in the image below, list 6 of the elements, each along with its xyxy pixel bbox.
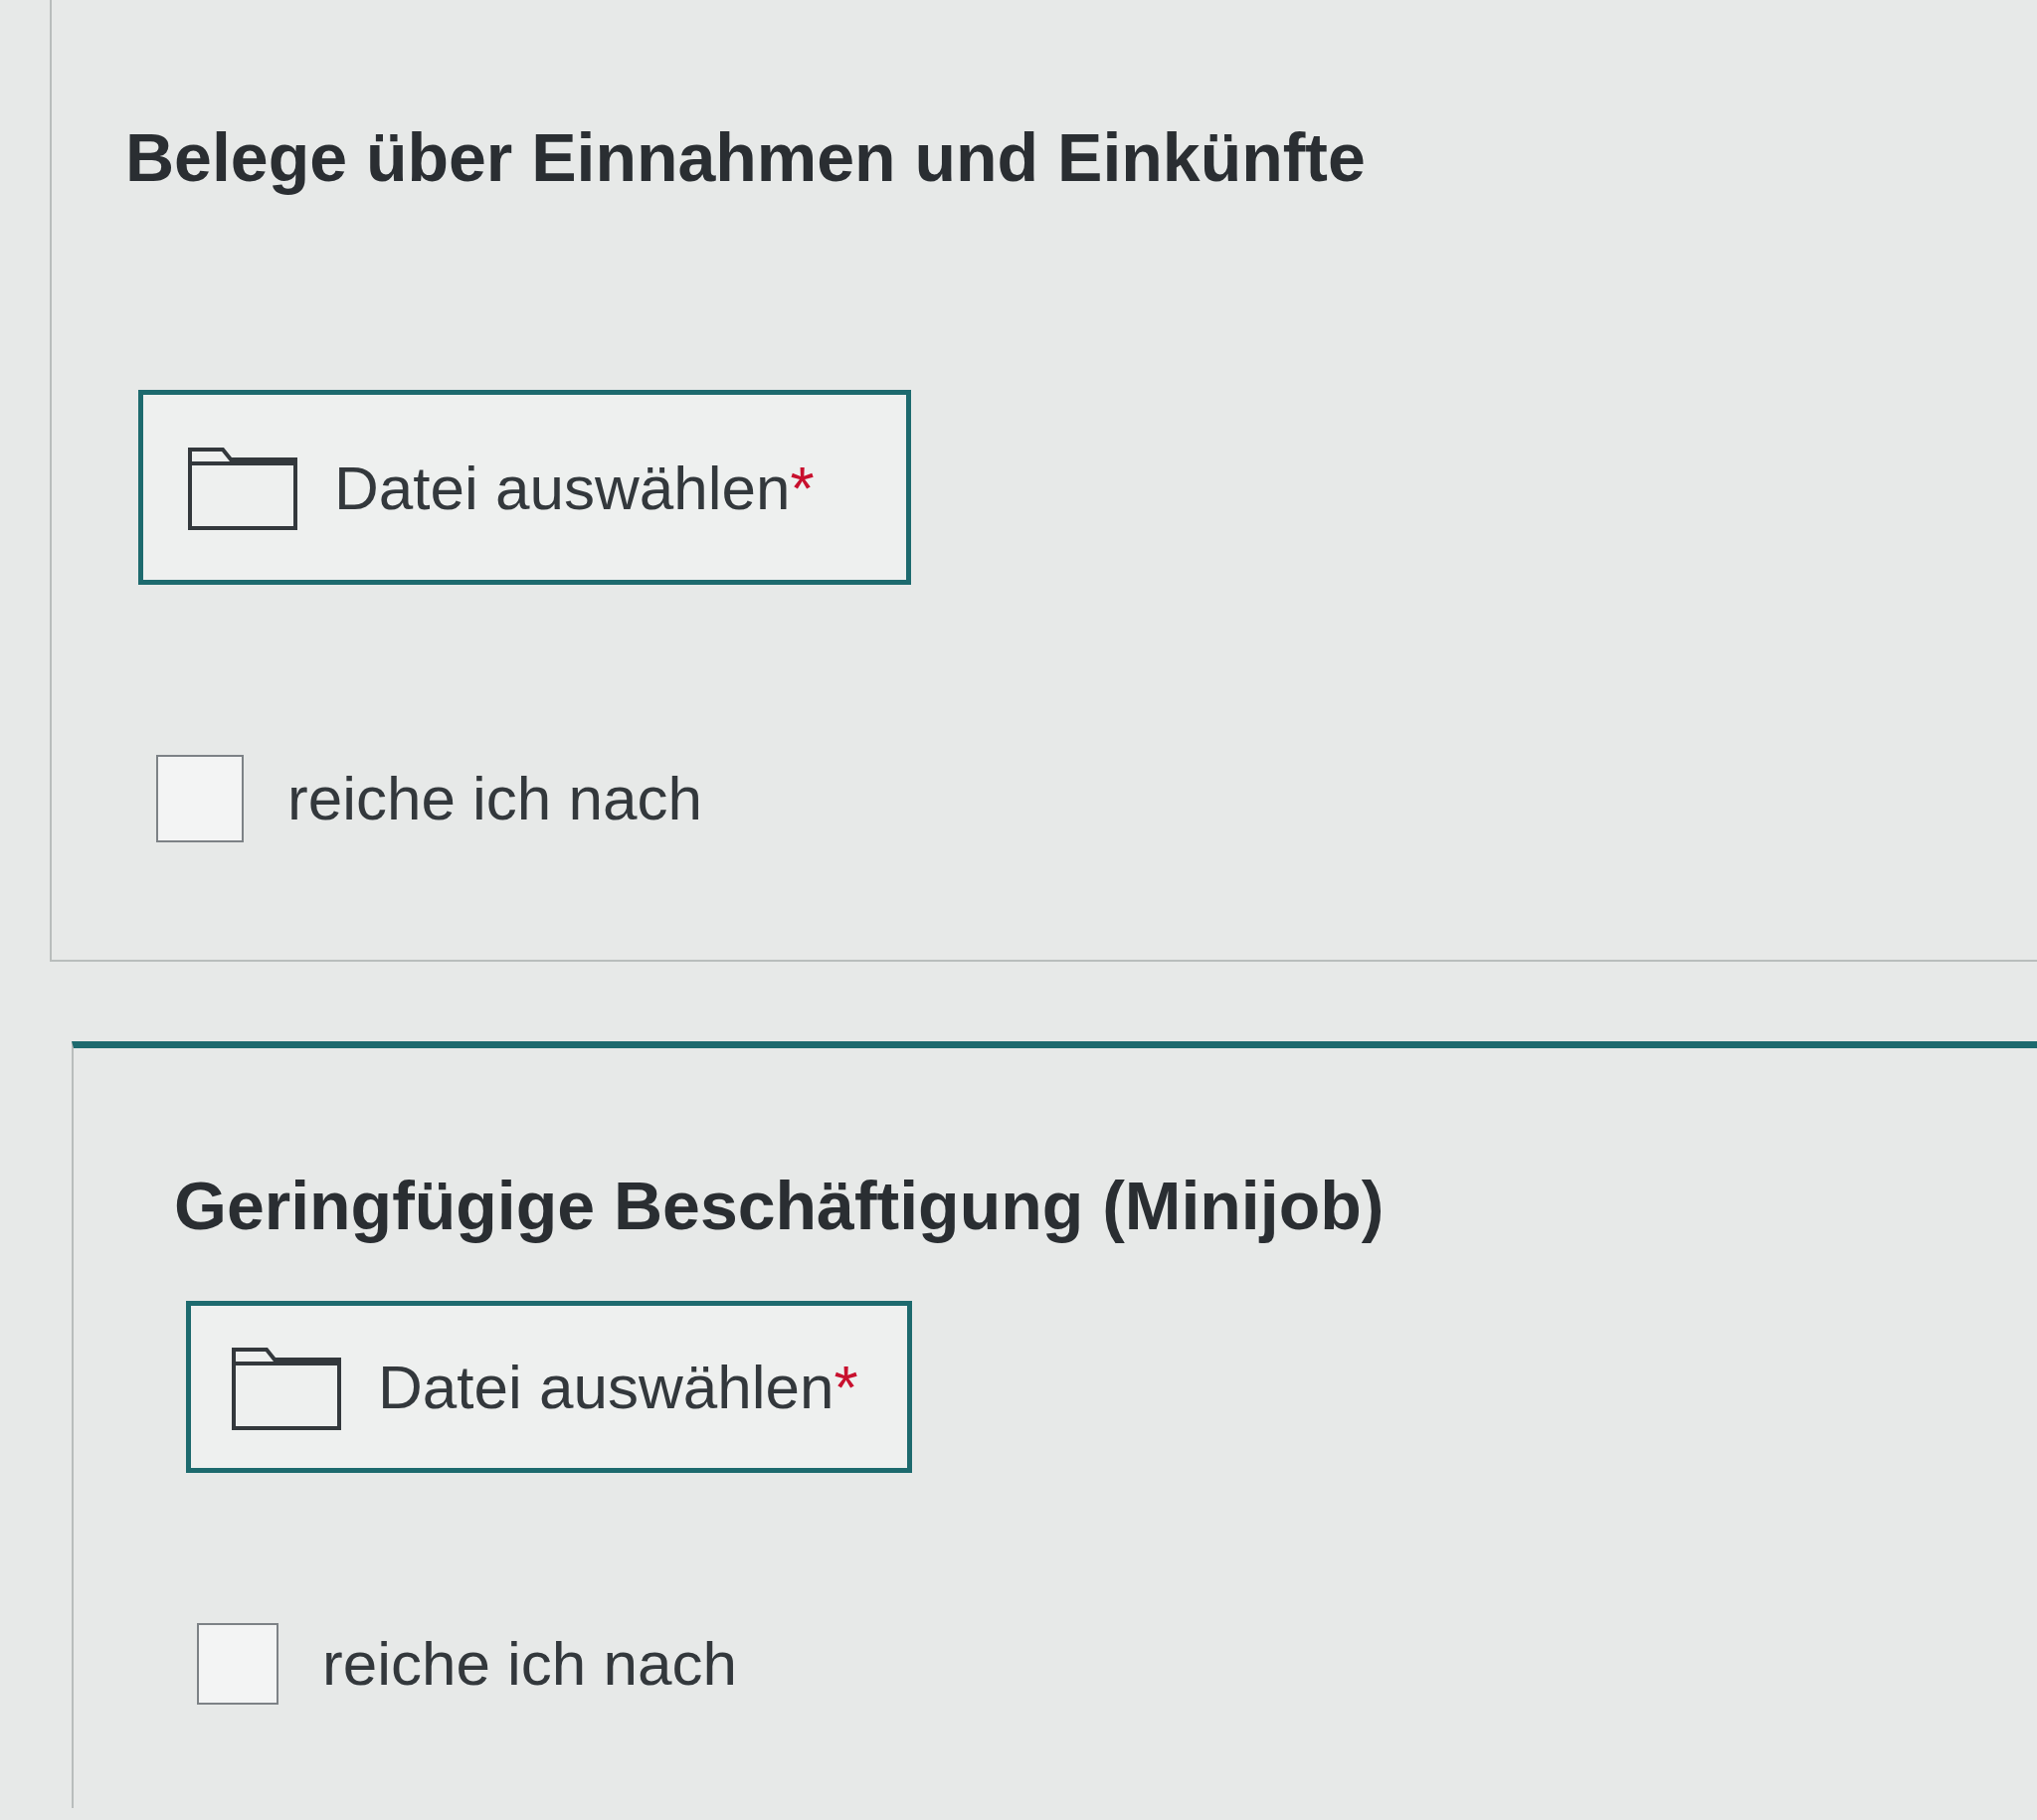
checkbox[interactable]	[197, 1623, 278, 1705]
checkbox[interactable]	[156, 755, 244, 842]
checkbox-label: reiche ich nach	[287, 768, 703, 829]
file-select-button[interactable]: Datei auswählen*	[138, 390, 911, 585]
file-select-button[interactable]: Datei auswählen*	[186, 1301, 912, 1473]
checkbox-label: reiche ich nach	[322, 1633, 738, 1695]
